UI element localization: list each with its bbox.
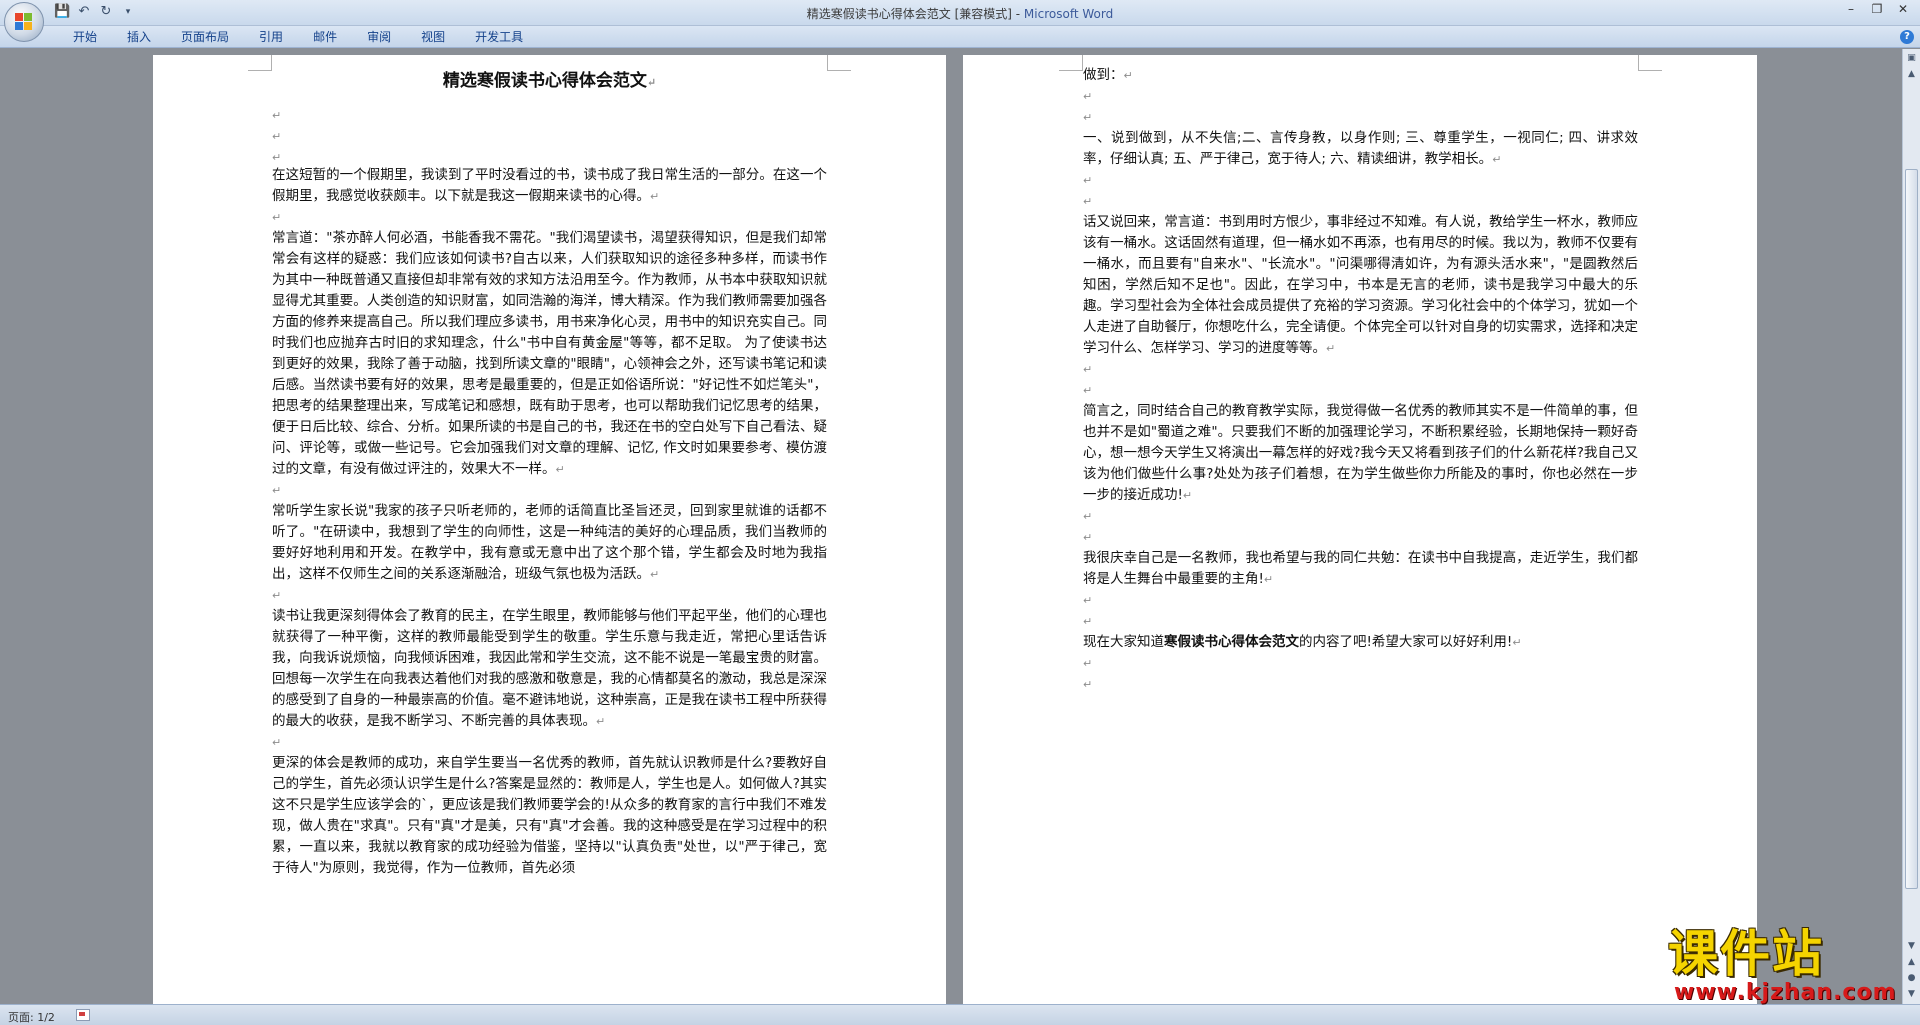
tab-review[interactable]: 审阅 — [352, 29, 406, 45]
paragraph: 常言道："茶亦醉人何必酒，书能香我不需花。"我们渴望读书，渴望获得知识，但是我们… — [272, 230, 827, 477]
watermark-text: 课件站 — [1668, 925, 1824, 983]
scroll-down-icon[interactable]: ▼ — [1905, 939, 1918, 953]
minimize-icon[interactable]: – — [1838, 0, 1864, 18]
empty-paragraph: ↵ — [272, 736, 282, 749]
paragraph-text: 现在大家知道 — [1083, 634, 1164, 650]
close-icon[interactable]: ✕ — [1890, 0, 1916, 18]
paragraph-text: 做到： — [1083, 67, 1124, 83]
paragraph: 简言之，同时结合自己的教育教学实际，我觉得做一名优秀的教师其实不是一件简单的事，… — [1083, 403, 1638, 503]
help-icon[interactable]: ? — [1900, 30, 1914, 44]
next-page-icon[interactable]: ▼ — [1905, 987, 1918, 1001]
watermark-url: www.kjzhan.com — [1674, 980, 1897, 1005]
page-1-body: 精选寒假读书心得体会范文↵ ↵ ↵ ↵ 在这短暂的一个假期里，我读到了平时没看过… — [272, 69, 827, 879]
paragraph-text: 读书让我更深刻得体会了教育的民主，在学生眼里，教师能够与他们平起平坐，他们的心理… — [272, 608, 827, 729]
paragraph-mark: ↵ — [646, 76, 657, 89]
paragraph-text: 更深的体会是教师的成功，来自学生要当一名优秀的教师，首先就认识教师是什么?要教好… — [272, 755, 827, 876]
empty-paragraph: ↵ — [1083, 111, 1093, 124]
empty-paragraph: ↵ — [1083, 594, 1093, 607]
select-browse-object-icon[interactable]: ● — [1905, 971, 1918, 985]
office-button[interactable] — [4, 2, 44, 42]
office-logo-icon — [15, 13, 33, 31]
title-bar: 💾 ↶ ↻ ▾ 精选寒假读书心得体会范文 [兼容模式] - Microsoft … — [0, 0, 1920, 26]
document-area: 精选寒假读书心得体会范文↵ ↵ ↵ ↵ 在这短暂的一个假期里，我读到了平时没看过… — [0, 49, 1902, 1004]
tab-insert[interactable]: 插入 — [112, 29, 166, 45]
empty-paragraph: ↵ — [272, 211, 282, 224]
empty-paragraph: ↵ — [272, 109, 282, 122]
paragraph-text: 的内容了吧!希望大家可以好好利用! — [1299, 634, 1513, 650]
tab-view[interactable]: 视图 — [406, 29, 460, 45]
empty-paragraph: ↵ — [1083, 90, 1093, 103]
previous-page-icon[interactable]: ▲ — [1905, 955, 1918, 969]
crop-mark — [1059, 55, 1083, 71]
document-title: 精选寒假读书心得体会范文↵ — [272, 69, 827, 95]
window-title: 精选寒假读书心得体会范文 [兼容模式] - Microsoft Word — [0, 5, 1920, 22]
restore-icon[interactable]: ❐ — [1864, 0, 1890, 18]
empty-paragraph: ↵ — [1083, 384, 1093, 397]
paragraph: 更深的体会是教师的成功，来自学生要当一名优秀的教师，首先就认识教师是什么?要教好… — [272, 753, 827, 879]
empty-paragraph: ↵ — [1083, 615, 1093, 628]
paragraph-text: 我很庆幸自己是一名教师，我也希望与我的同仁共勉：在读书中自我提高，走近学生，我们… — [1083, 550, 1638, 587]
crop-mark — [248, 55, 272, 71]
window-controls: – ❐ ✕ — [1838, 0, 1916, 18]
empty-paragraph: ↵ — [272, 151, 282, 164]
paragraph: 在这短暂的一个假期里，我读到了平时没看过的书，读书成了我日常生活的一部分。在这一… — [272, 167, 827, 204]
paragraph: 常听学生家长说"我家的孩子只听老师的，老师的话简直比圣旨还灵，回到家里就谁的话都… — [272, 503, 827, 582]
page-counter[interactable]: 页面: 1/2 — [8, 1009, 55, 1025]
paragraph-text: 一、说到做到，从不失信;二、言传身教，以身作则; 三、尊重学生，一视同仁; 四、… — [1083, 130, 1638, 167]
empty-paragraph: ↵ — [272, 484, 282, 497]
tab-page-layout[interactable]: 页面布局 — [166, 29, 244, 45]
proofing-status-icon[interactable] — [76, 1009, 90, 1021]
empty-paragraph: ↵ — [1083, 510, 1093, 523]
paragraph: 话又说回来，常言道：书到用时方恨少，事非经过不知难。有人说，教给学生一杯水，教师… — [1083, 214, 1638, 356]
ribbon: 开始 插入 页面布局 引用 邮件 审阅 视图 开发工具 ? — [0, 26, 1920, 48]
paragraph-text: 话又说回来，常言道：书到用时方恨少，事非经过不知难。有人说，教给学生一杯水，教师… — [1083, 214, 1638, 356]
document-name: 精选寒假读书心得体会范文 [兼容模式] - — [806, 7, 1024, 21]
empty-paragraph: ↵ — [1083, 678, 1093, 691]
empty-paragraph: ↵ — [272, 589, 282, 602]
bold-keyword: 寒假读书心得体会范文 — [1164, 634, 1299, 650]
empty-paragraph: ↵ — [1083, 174, 1093, 187]
document-page-2[interactable]: 做到：↵ ↵ ↵ 一、说到做到，从不失信;二、言传身教，以身作则; 三、尊重学生… — [963, 55, 1757, 1004]
crop-mark — [827, 55, 851, 71]
paragraph-text: 在这短暂的一个假期里，我读到了平时没看过的书，读书成了我日常生活的一部分。在这一… — [272, 167, 827, 204]
paragraph-text: 常言道："茶亦醉人何必酒，书能香我不需花。"我们渴望读书，渴望获得知识，但是我们… — [272, 230, 827, 477]
empty-paragraph: ↵ — [1083, 195, 1093, 208]
vertical-scrollbar[interactable]: ▣ ▲ ▼ ▲ ● ▼ — [1902, 49, 1920, 1004]
status-bar: 页面: 1/2 — [0, 1004, 1920, 1025]
tab-developer[interactable]: 开发工具 — [460, 29, 538, 45]
empty-paragraph: ↵ — [1083, 657, 1093, 670]
ruler-toggle-icon[interactable]: ▣ — [1905, 51, 1918, 65]
empty-paragraph: ↵ — [1083, 363, 1093, 376]
paragraph: 现在大家知道寒假读书心得体会范文的内容了吧!希望大家可以好好利用!↵ — [1083, 634, 1522, 650]
paragraph-text: 常听学生家长说"我家的孩子只听老师的，老师的话简直比圣旨还灵，回到家里就谁的话都… — [272, 503, 827, 582]
document-page-1[interactable]: 精选寒假读书心得体会范文↵ ↵ ↵ ↵ 在这短暂的一个假期里，我读到了平时没看过… — [153, 55, 946, 1004]
tab-home[interactable]: 开始 — [58, 29, 112, 45]
page-2-body: 做到：↵ ↵ ↵ 一、说到做到，从不失信;二、言传身教，以身作则; 三、尊重学生… — [1083, 65, 1638, 695]
ribbon-tabs: 开始 插入 页面布局 引用 邮件 审阅 视图 开发工具 — [58, 29, 538, 45]
crop-mark — [1638, 55, 1662, 71]
scroll-up-icon[interactable]: ▲ — [1905, 67, 1918, 81]
empty-paragraph: ↵ — [1083, 531, 1093, 544]
paragraph: 读书让我更深刻得体会了教育的民主，在学生眼里，教师能够与他们平起平坐，他们的心理… — [272, 608, 827, 729]
paragraph: 我很庆幸自己是一名教师，我也希望与我的同仁共勉：在读书中自我提高，走近学生，我们… — [1083, 550, 1638, 587]
title-text: 精选寒假读书心得体会范文 — [442, 71, 647, 91]
paragraph: 做到：↵ — [1083, 67, 1133, 83]
paragraph-text: 简言之，同时结合自己的教育教学实际，我觉得做一名优秀的教师其实不是一件简单的事，… — [1083, 403, 1638, 503]
tab-mailings[interactable]: 邮件 — [298, 29, 352, 45]
tab-references[interactable]: 引用 — [244, 29, 298, 45]
paragraph: 一、说到做到，从不失信;二、言传身教，以身作则; 三、尊重学生，一视同仁; 四、… — [1083, 130, 1638, 167]
scroll-thumb[interactable] — [1905, 169, 1918, 889]
empty-paragraph: ↵ — [272, 130, 282, 143]
product-name: Microsoft Word — [1023, 7, 1114, 21]
watermark-logo: 课件站 www.kjzhan.com — [1668, 925, 1906, 1005]
